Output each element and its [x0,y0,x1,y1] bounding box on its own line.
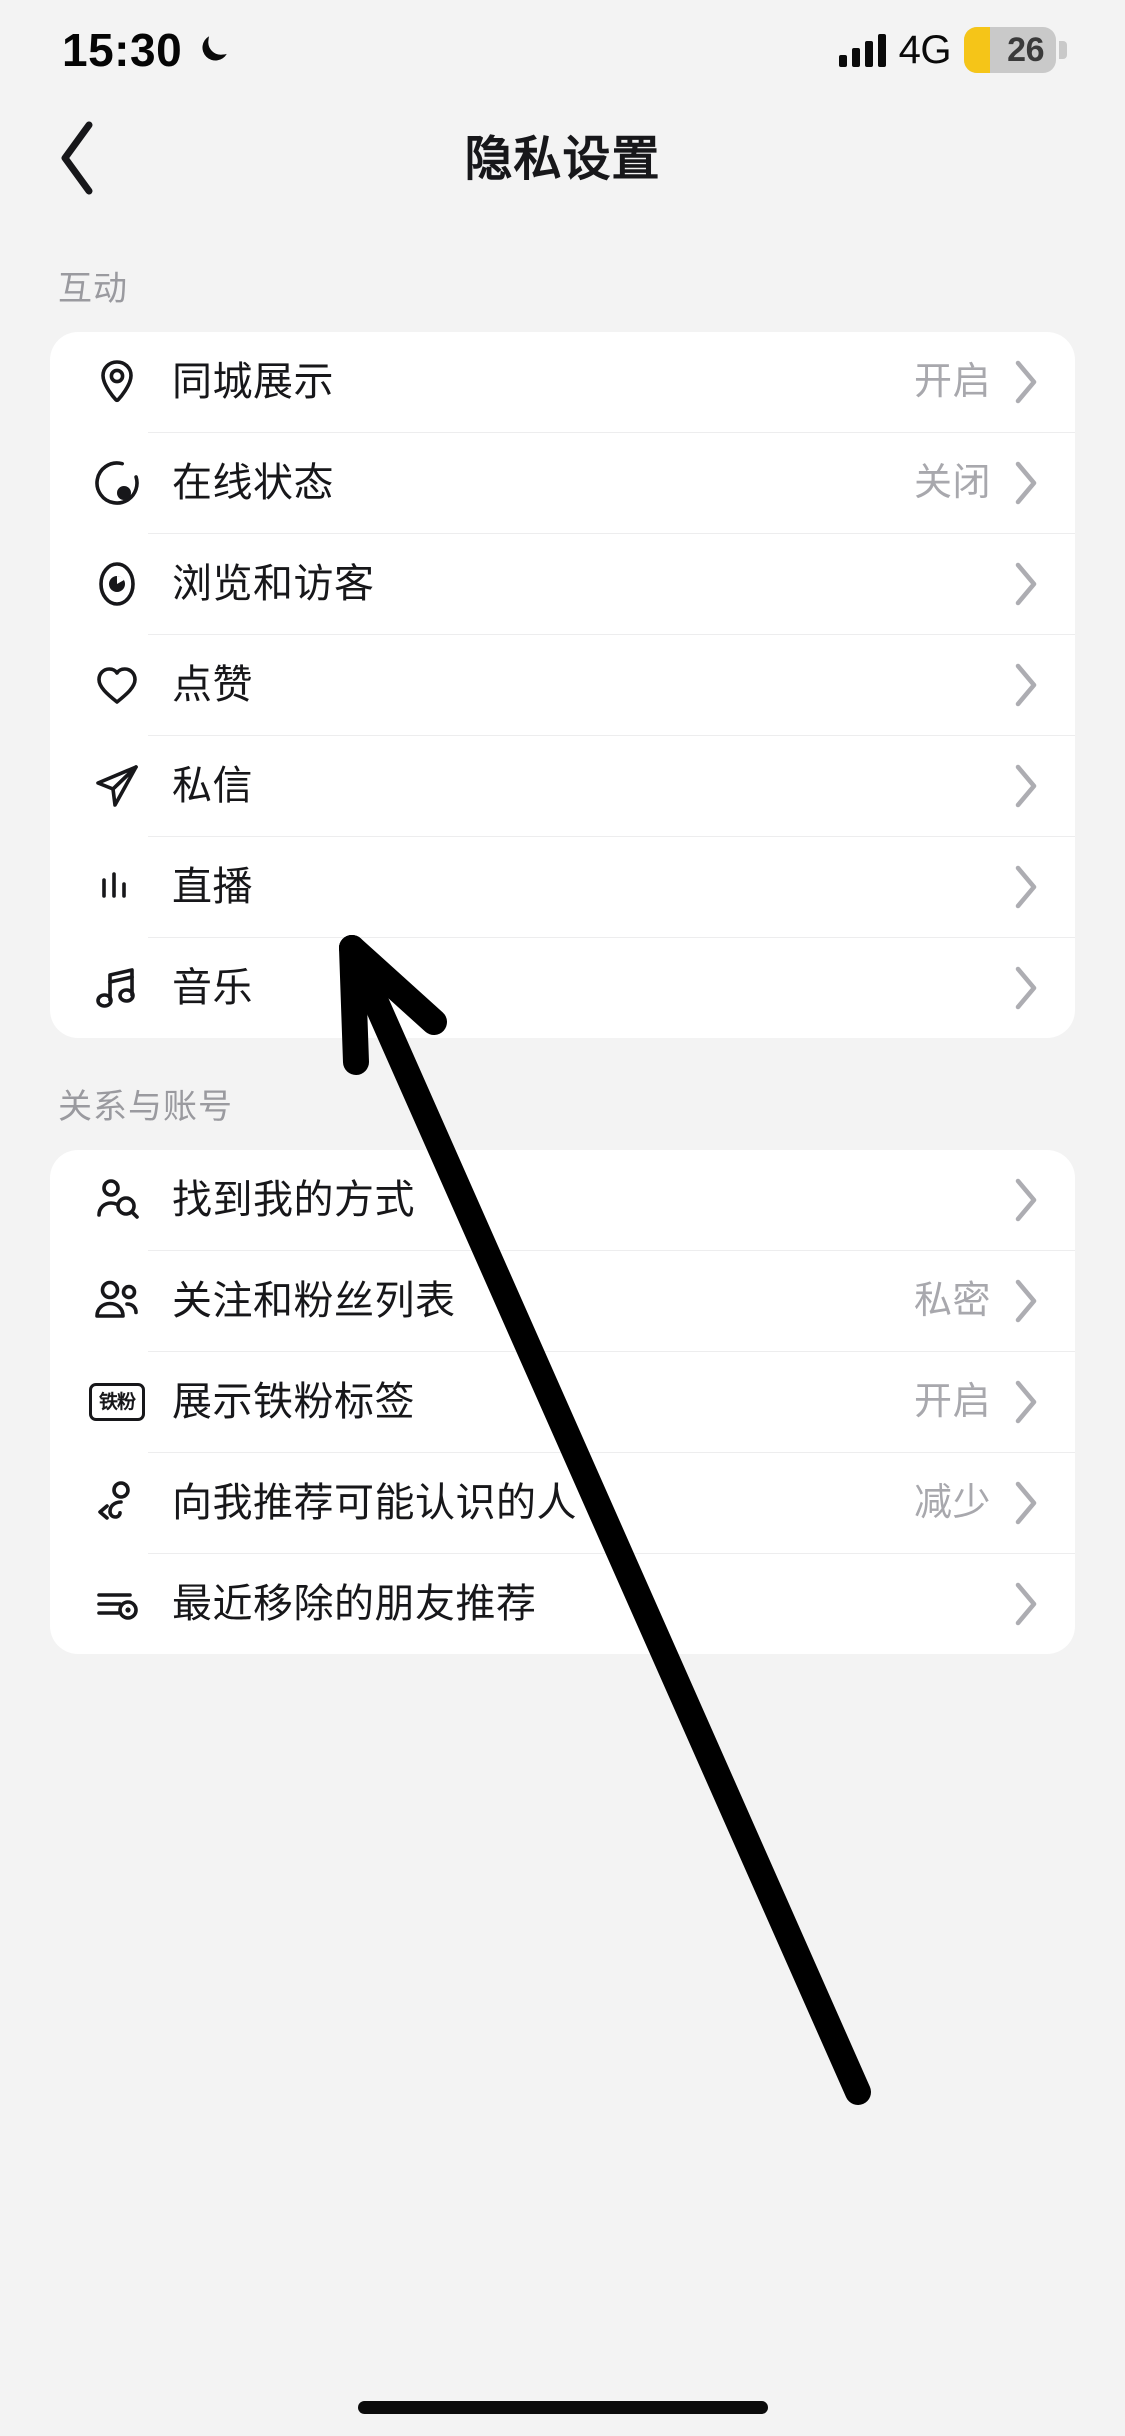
section-header-interaction: 互动 [58,270,128,308]
settings-card-interaction: 同城展示 开启 在线状态 关闭 浏览和访客 点赞 私信 直播 音乐 [50,332,1075,1038]
chevron-right-icon [1011,1278,1041,1324]
settings-row-value: 减少 [913,1482,991,1524]
settings-row-label: 同城展示 [172,360,334,404]
iron-fan-badge-text: 铁粉 [89,1383,145,1421]
settings-row-local-display[interactable]: 同城展示 开启 [50,332,1075,432]
settings-row-label: 浏览和访客 [172,562,375,606]
settings-row-direct-message[interactable]: 私信 [50,736,1075,836]
settings-row-views-and-visitors[interactable]: 浏览和访客 [50,534,1075,634]
chevron-right-icon [1011,864,1041,910]
settings-row-how-to-find-me[interactable]: 找到我的方式 [50,1150,1075,1250]
chevron-right-icon [1011,662,1041,708]
eye-icon [88,555,146,613]
settings-content: 互动 同城展示 开启 在线状态 关闭 浏览和访客 点赞 私信 直播 音乐 关系与… [0,220,1125,1654]
settings-row-label: 展示铁粉标签 [172,1380,415,1424]
battery-indicator: 26 [964,27,1067,73]
cellular-signal-icon [838,33,886,67]
network-type-label: 4G [898,28,952,72]
settings-row-label: 在线状态 [172,461,334,505]
location-pin-icon [88,353,146,411]
battery-body: 26 [964,27,1056,73]
settings-row-value: 开启 [913,1381,991,1423]
settings-row-show-iron-fan-badge[interactable]: 铁粉 展示铁粉标签 开启 [50,1352,1075,1452]
settings-row-likes[interactable]: 点赞 [50,635,1075,735]
chevron-right-icon [1011,763,1041,809]
settings-row-value: 关闭 [913,462,991,504]
settings-row-value: 私密 [913,1280,991,1322]
home-indicator [357,2401,768,2414]
crescent-moon-icon [196,33,230,67]
music-note-icon [88,959,146,1017]
person-search-icon [88,1171,146,1229]
phone-screen: 15:30 4G 26 隐私设置 互动 同城展示 开启 在线状态 关闭 浏览和访… [0,0,1125,2436]
settings-row-label: 向我推荐可能认识的人 [172,1481,577,1525]
settings-row-label: 最近移除的朋友推荐 [172,1582,537,1626]
battery-fill [964,27,990,73]
chevron-right-icon [1011,965,1041,1011]
status-bar-right: 4G 26 [838,27,1067,73]
settings-card-relationships: 找到我的方式 关注和粉丝列表 私密 铁粉 展示铁粉标签 开启 向我推荐可能认识的… [50,1150,1075,1654]
iron-fan-badge-icon: 铁粉 [88,1373,146,1431]
paper-plane-icon [88,757,146,815]
settings-row-value: 开启 [913,361,991,403]
settings-row-live[interactable]: 直播 [50,837,1075,937]
chevron-right-icon [1011,1480,1041,1526]
heart-icon [88,656,146,714]
settings-row-following-followers-list[interactable]: 关注和粉丝列表 私密 [50,1251,1075,1351]
nav-bar: 隐私设置 [0,100,1125,220]
chevron-right-icon [1011,1379,1041,1425]
settings-row-label: 私信 [172,764,253,808]
list-settings-icon [88,1575,146,1633]
settings-row-music[interactable]: 音乐 [50,938,1075,1038]
settings-row-online-status[interactable]: 在线状态 关闭 [50,433,1075,533]
settings-row-label: 直播 [172,865,253,909]
settings-row-label: 音乐 [172,966,253,1010]
battery-tip [1059,41,1067,59]
chevron-right-icon [1011,460,1041,506]
section-header-relationships: 关系与账号 [58,1088,233,1126]
settings-row-label: 关注和粉丝列表 [172,1279,456,1323]
battery-percent-label: 26 [1007,31,1044,69]
chevron-right-icon [1011,1581,1041,1627]
status-bar-time: 15:30 [62,24,183,76]
settings-row-recommend-people-i-may-know[interactable]: 向我推荐可能认识的人 减少 [50,1453,1075,1553]
page-title: 隐私设置 [464,133,661,186]
status-bar-left: 15:30 [62,27,230,73]
chevron-right-icon [1011,1177,1041,1223]
chevron-right-icon [1011,359,1041,405]
person-recommend-icon [88,1474,146,1532]
two-people-icon [88,1272,146,1330]
status-bar: 15:30 4G 26 [0,0,1125,100]
settings-row-label: 点赞 [172,663,253,707]
live-bars-icon [88,858,146,916]
online-status-icon [88,454,146,512]
settings-row-recently-removed-friend-suggestions[interactable]: 最近移除的朋友推荐 [50,1554,1075,1654]
settings-row-label: 找到我的方式 [172,1178,415,1222]
chevron-right-icon [1011,561,1041,607]
